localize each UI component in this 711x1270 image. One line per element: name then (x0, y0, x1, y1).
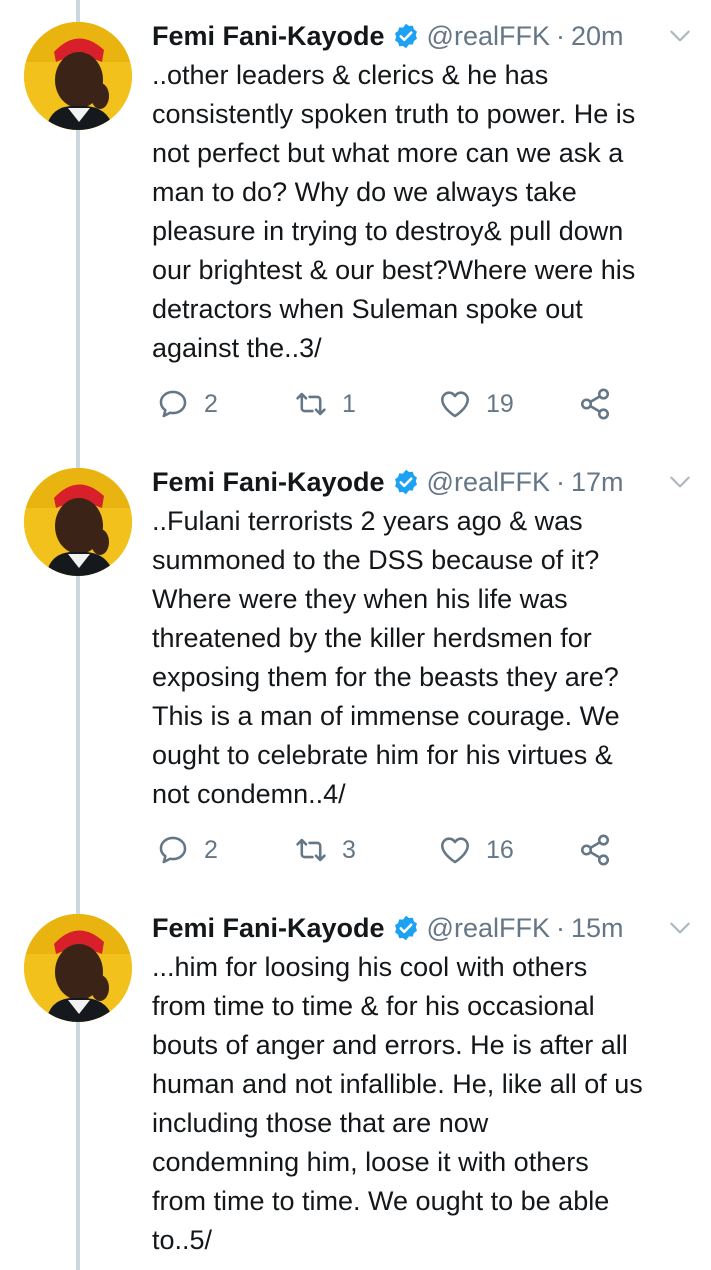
tweet-text: ..other leaders & clerics & he has consi… (152, 60, 636, 363)
reply-button[interactable]: 2 (156, 384, 218, 424)
author-handle[interactable]: @realFFK (427, 464, 550, 500)
tweet-header: Femi Fani-Kayode @realFFK · 15m (152, 910, 693, 946)
tweet-header: Femi Fani-Kayode @realFFK · 17m (152, 464, 693, 500)
verified-badge-icon (392, 468, 420, 496)
tweet-text: ...him for loosing his cool with others … (152, 952, 643, 1255)
tweet-header: Femi Fani-Kayode @realFFK · 20m (152, 18, 693, 54)
like-button[interactable]: 19 (438, 384, 514, 424)
reply-count: 2 (204, 835, 218, 864)
chevron-down-icon[interactable] (667, 22, 693, 48)
retweet-count: 3 (342, 835, 356, 864)
tweet[interactable]: Femi Fani-Kayode @realFFK · 15m ...him f… (0, 892, 711, 1270)
retweet-arrows-icon (296, 392, 326, 416)
chevron-down-icon[interactable] (667, 914, 693, 940)
share-button[interactable] (578, 830, 626, 870)
retweet-arrows-icon (296, 838, 326, 862)
retweet-button[interactable]: 3 (294, 830, 356, 870)
verified-badge-icon (392, 22, 420, 50)
tweet[interactable]: Femi Fani-Kayode @realFFK · 17m ..Fulani… (0, 446, 711, 892)
tweet-text: ..Fulani terrorists 2 years ago & was su… (152, 506, 620, 809)
avatar[interactable] (24, 468, 132, 576)
verified-badge-icon (392, 914, 420, 942)
author-handle[interactable]: @realFFK (427, 18, 550, 54)
avatar[interactable] (24, 22, 132, 130)
separator: · (555, 467, 565, 497)
separator: · (555, 913, 565, 943)
timestamp[interactable]: 15m (571, 910, 624, 946)
separator: · (555, 21, 565, 51)
timestamp[interactable]: 17m (571, 464, 624, 500)
heart-icon (440, 837, 470, 864)
author-handle[interactable]: @realFFK (427, 910, 550, 946)
avatar[interactable] (24, 914, 132, 1022)
tweet-actions: 2 1 19 (156, 384, 636, 424)
heart-icon (440, 391, 470, 418)
author-name[interactable]: Femi Fani-Kayode (152, 910, 385, 946)
speech-bubble-icon (159, 836, 187, 864)
retweet-count: 1 (342, 389, 356, 418)
share-nodes-icon (580, 388, 610, 420)
like-button[interactable]: 16 (438, 830, 514, 870)
reply-count: 2 (204, 389, 218, 418)
retweet-button[interactable]: 1 (294, 384, 356, 424)
like-count: 16 (486, 835, 514, 864)
tweet[interactable]: Femi Fani-Kayode @realFFK · 20m ..other … (0, 0, 711, 446)
share-button[interactable] (578, 384, 626, 424)
tweet-actions: 2 3 16 (156, 830, 636, 870)
author-name[interactable]: Femi Fani-Kayode (152, 18, 385, 54)
timestamp[interactable]: 20m (571, 18, 624, 54)
like-count: 19 (486, 389, 514, 418)
chevron-down-icon[interactable] (667, 468, 693, 494)
speech-bubble-icon (159, 390, 187, 418)
reply-button[interactable]: 2 (156, 830, 218, 870)
share-nodes-icon (580, 834, 610, 866)
author-name[interactable]: Femi Fani-Kayode (152, 464, 385, 500)
